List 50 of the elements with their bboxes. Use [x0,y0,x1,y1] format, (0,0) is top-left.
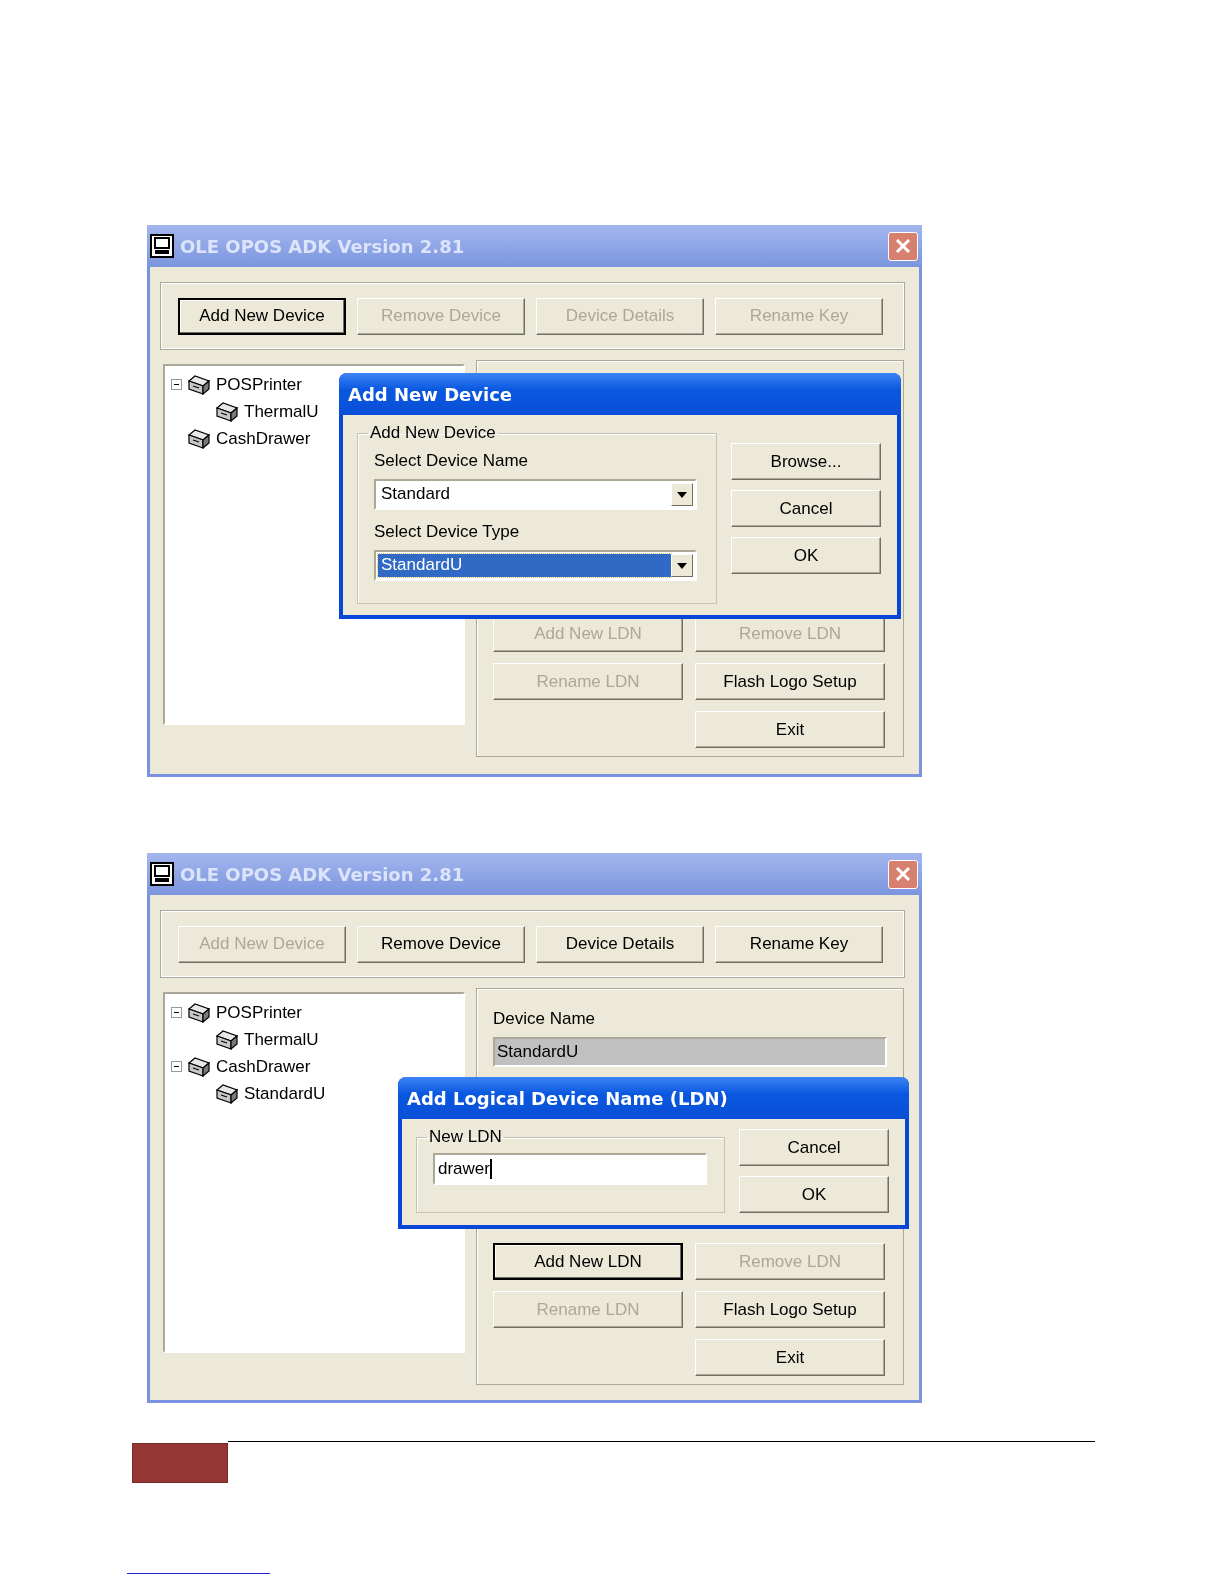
dropdown[interactable]: StandardU [374,550,697,581]
app-icon [150,234,174,258]
collapse-toggle[interactable] [171,1007,182,1018]
device-icon [187,1002,211,1023]
dialog-button[interactable]: OK [731,537,881,574]
tree-item[interactable]: CashDrawer [216,1056,311,1077]
input-field[interactable]: drawer [433,1153,707,1185]
field-label: Device Name [493,1009,597,1029]
group-label: Add New Device [369,423,497,443]
device-icon [215,1083,239,1104]
field-label: Select Device Name [374,451,529,471]
dialog-title: Add New Device [348,383,513,405]
device-icon [187,374,211,395]
app-icon [150,862,174,886]
dropdown[interactable]: Standard [374,479,697,510]
device-icon [187,1056,211,1077]
dialog-button[interactable]: Browse... [731,443,881,480]
close-icon [895,238,911,254]
dialog-title: Add Logical Device Name (LDN) [407,1087,728,1109]
dialog-button[interactable]: Cancel [739,1129,889,1166]
collapse-toggle[interactable] [171,1061,182,1072]
field-label: Select Device Type [374,522,521,542]
ldn-button[interactable]: Add New LDN [493,1243,683,1280]
close-button[interactable] [888,859,918,889]
ldn-button[interactable]: Exit [695,1339,885,1376]
close-icon [895,866,911,882]
ldn-button[interactable]: Exit [695,711,885,748]
group-label: New LDN [428,1127,503,1147]
device-icon [187,428,211,449]
tree-item[interactable]: POSPrinter [216,1002,302,1023]
tree-item[interactable]: ThermalU [244,401,319,422]
toolbar-button[interactable]: Rename Key [715,925,883,963]
ldn-button[interactable]: Flash Logo Setup [695,1291,885,1328]
device-icon [215,401,239,422]
window-title: OLE OPOS ADK Version 2.81 [180,235,466,257]
toolbar-button[interactable]: Device Details [536,925,704,963]
close-button[interactable] [888,231,918,261]
dialog-button[interactable]: OK [739,1176,889,1213]
tree-item[interactable]: StandardU [244,1083,326,1104]
ldn-button[interactable]: Flash Logo Setup [695,663,885,700]
collapse-toggle[interactable] [171,379,182,390]
dialog-button[interactable]: Cancel [731,490,881,527]
toolbar-button[interactable]: Add New Device [178,297,346,335]
tree-item[interactable]: POSPrinter [216,374,302,395]
device-name-field[interactable]: StandardU [493,1037,887,1067]
toolbar-button[interactable]: Remove Device [357,925,525,963]
tree-item[interactable]: ThermalU [244,1029,319,1050]
window-title: OLE OPOS ADK Version 2.81 [180,863,466,885]
device-icon [215,1029,239,1050]
tree-item[interactable]: CashDrawer [216,428,311,449]
